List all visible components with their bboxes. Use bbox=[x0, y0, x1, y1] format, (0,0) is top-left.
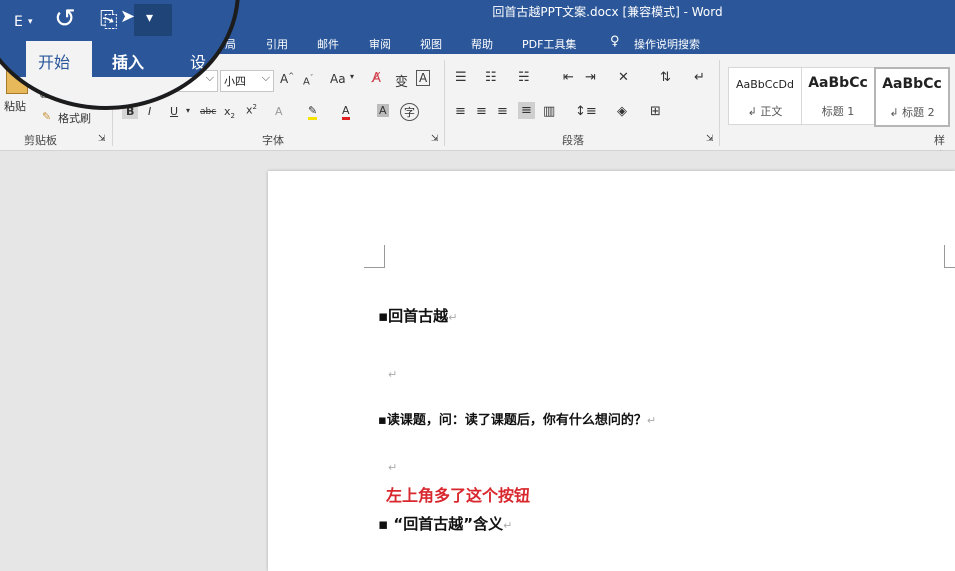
numbering-icon[interactable]: ☷ bbox=[485, 70, 497, 85]
borders-icon[interactable]: ⊞ bbox=[650, 104, 661, 119]
magnifier-overlay: E ▾ ↺ ⎘ ➤ ▾ 开始 插入 设 bbox=[0, 0, 240, 110]
phonetic-guide-button[interactable]: 变 bbox=[395, 71, 408, 90]
chinese-layout-icon[interactable]: ✕ bbox=[618, 70, 629, 85]
underline-button[interactable]: U bbox=[170, 105, 178, 118]
separator bbox=[444, 60, 445, 146]
paragraph-mark: ↵ bbox=[503, 519, 513, 532]
multilevel-list-icon[interactable]: ☵ bbox=[518, 70, 530, 85]
change-case-button[interactable]: Aa bbox=[330, 72, 346, 86]
highlight-color-icon[interactable]: ✎ bbox=[308, 104, 318, 120]
tab-review[interactable]: 审阅 bbox=[369, 36, 391, 52]
paragraph-mark: ↵ bbox=[388, 461, 398, 474]
dialog-launcher-icon[interactable]: ⇲ bbox=[706, 134, 714, 144]
chevron-down-icon[interactable]: ▾ bbox=[186, 106, 190, 115]
align-right-icon[interactable]: ≡ bbox=[497, 104, 508, 119]
chevron-down-icon: ⌵ bbox=[261, 71, 270, 84]
style-normal[interactable]: AaBbCcDd ↲ 正文 bbox=[728, 67, 802, 125]
clipboard-group-label: 剪贴板 bbox=[24, 134, 57, 147]
tab-insert[interactable]: 插入 bbox=[112, 49, 144, 73]
file-tab-partial[interactable]: E bbox=[14, 14, 23, 30]
distributed-icon[interactable]: ▥ bbox=[543, 104, 555, 119]
style-heading-1[interactable]: AaBbCc 标题 1 bbox=[801, 67, 875, 125]
document-canvas[interactable]: ▪回首古越↵ ↵ ▪读课题，问：读了课题后，你有什么想问的？↵ ↵ 左上角多了这… bbox=[0, 151, 955, 571]
doc-paragraph-empty[interactable]: ↵ bbox=[388, 456, 397, 475]
format-painter-button[interactable]: 格式刷 bbox=[58, 110, 91, 126]
strikethrough-button[interactable]: abc bbox=[200, 107, 216, 117]
separator bbox=[719, 60, 720, 146]
paragraph-mark: ↵ bbox=[646, 414, 657, 427]
style-name-text: 正文 bbox=[760, 105, 783, 118]
tab-view[interactable]: 视图 bbox=[420, 36, 442, 52]
doc-paragraph[interactable]: ▪ “回首古越”含义↵ bbox=[378, 513, 512, 534]
font-color-icon[interactable]: A bbox=[342, 104, 350, 120]
paragraph-text: 回首古越 bbox=[388, 307, 449, 325]
style-name: 标题 1 bbox=[821, 105, 855, 118]
tab-help[interactable]: 帮助 bbox=[471, 36, 493, 52]
mouse-cursor-icon: ➤ bbox=[120, 6, 136, 27]
line-spacing-icon[interactable]: ↕≡ bbox=[575, 104, 597, 119]
superscript-button[interactable]: x2 bbox=[246, 103, 257, 117]
show-marks-icon[interactable]: ↵ bbox=[694, 70, 705, 85]
magnified-ribbon bbox=[0, 77, 236, 106]
align-center-icon[interactable]: ≡ bbox=[476, 104, 487, 119]
align-left-icon[interactable]: ≡ bbox=[455, 104, 466, 119]
customize-qat-button[interactable]: ▾ bbox=[134, 4, 172, 36]
dialog-launcher-icon[interactable]: ⇲ bbox=[98, 134, 106, 144]
doc-paragraph[interactable]: ▪回首古越↵ bbox=[378, 305, 457, 326]
chevron-down-icon: ▾ bbox=[146, 10, 154, 26]
font-group-label: 字体 bbox=[262, 134, 284, 147]
tab-design-partial[interactable]: 设 bbox=[190, 49, 206, 73]
chevron-down-icon[interactable]: ▾ bbox=[350, 72, 354, 81]
grow-font-icon[interactable]: A^ bbox=[280, 72, 294, 86]
lightbulb-icon: ♀ bbox=[610, 34, 620, 49]
undo-icon[interactable]: ↺ bbox=[54, 4, 76, 34]
bullets-icon[interactable]: ☰ bbox=[455, 70, 467, 85]
caption-red: 左上角多了这个按钮 bbox=[386, 486, 531, 505]
paragraph-mark: ↵ bbox=[448, 311, 458, 324]
paragraph-group-label: 段落 bbox=[562, 134, 584, 147]
tab-pdf-tools[interactable]: PDF工具集 bbox=[522, 36, 576, 52]
paragraph-text: 读课题，问：读了课题后，你有什么想问的？ bbox=[386, 413, 647, 428]
style-sample: AaBbCc bbox=[882, 76, 942, 92]
tab-mailings[interactable]: 邮件 bbox=[317, 36, 339, 52]
justify-icon[interactable]: ≡ bbox=[518, 102, 535, 119]
style-sample: AaBbCcDd bbox=[736, 78, 794, 91]
shading-icon[interactable]: ◈ bbox=[617, 104, 627, 119]
decrease-indent-icon[interactable]: ⇤ bbox=[563, 70, 574, 85]
character-shading-icon[interactable]: A bbox=[377, 104, 389, 117]
style-name-text: 标题 2 bbox=[902, 106, 935, 119]
format-painter-icon[interactable]: ✎ bbox=[42, 110, 51, 123]
tab-home-label: 开始 bbox=[38, 53, 71, 72]
increase-indent-icon[interactable]: ⇥ bbox=[585, 70, 596, 85]
tell-me-search[interactable]: 操作说明搜索 bbox=[634, 36, 700, 52]
margin-corner-left bbox=[364, 245, 385, 268]
document-page[interactable]: ▪回首古越↵ ↵ ▪读课题，问：读了课题后，你有什么想问的？↵ ↵ 左上角多了这… bbox=[268, 171, 955, 571]
tab-home-active[interactable]: 开始 bbox=[26, 41, 92, 77]
text-effects-icon[interactable]: A bbox=[275, 105, 283, 118]
style-heading-2[interactable]: AaBbCc ↲ 标题 2 bbox=[874, 67, 950, 127]
enclose-characters-icon[interactable]: 字 bbox=[400, 103, 419, 121]
doc-paragraph-empty[interactable]: ↵ bbox=[388, 363, 397, 382]
style-sample: AaBbCc bbox=[808, 75, 868, 91]
sort-icon[interactable]: ⇅ bbox=[660, 70, 671, 85]
subscript-button[interactable]: x2 bbox=[224, 105, 235, 120]
chevron-down-icon[interactable]: ▾ bbox=[28, 17, 33, 27]
doc-paragraph[interactable]: ▪读课题，问：读了课题后，你有什么想问的？↵ bbox=[378, 409, 656, 428]
shrink-font-icon[interactable]: Aˇ bbox=[303, 74, 313, 87]
italic-button[interactable]: I bbox=[148, 105, 151, 118]
tab-references[interactable]: 引用 bbox=[266, 36, 288, 52]
style-name: ↲ 正文 bbox=[747, 105, 783, 118]
dialog-launcher-icon[interactable]: ⇲ bbox=[431, 134, 439, 144]
margin-corner-right bbox=[944, 245, 955, 268]
clear-formatting-icon[interactable]: A̸ bbox=[372, 71, 381, 86]
character-border-icon[interactable]: A bbox=[416, 70, 431, 86]
touch-mode-icon[interactable]: ⎘ bbox=[100, 8, 118, 33]
paragraph-mark: ↵ bbox=[388, 368, 398, 381]
style-name: ↲ 标题 2 bbox=[889, 106, 935, 119]
paragraph-text: “回首古越”含义 bbox=[393, 515, 504, 533]
